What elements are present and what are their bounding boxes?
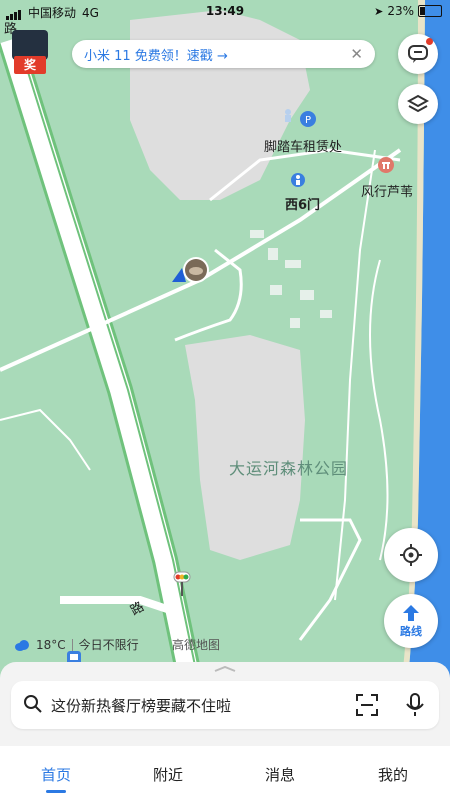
tab-me[interactable]: 我的 xyxy=(348,764,438,785)
search-input[interactable]: 这份新热餐厅榜要藏不住啦 xyxy=(51,695,231,716)
temperature-text: 18°C xyxy=(36,637,66,652)
status-bar: 中国移动 4G 13:49 ➤ 23% xyxy=(0,0,450,24)
route-arrow-icon xyxy=(403,604,419,621)
tab-me-label: 我的 xyxy=(377,766,408,784)
tab-nearby[interactable]: 附近 xyxy=(123,764,213,785)
promo-banner-text[interactable]: 小米 11 免费领！速戳 → xyxy=(84,45,228,64)
prize-tag: 奖 xyxy=(14,56,46,74)
svg-text:P: P xyxy=(305,115,311,126)
promo-badge[interactable]: 奖 xyxy=(10,30,50,74)
bottom-tab-bar: 首页 附近 消息 我的 xyxy=(0,746,450,800)
microphone-icon[interactable] xyxy=(404,692,426,718)
close-icon[interactable]: ✕ xyxy=(350,45,363,63)
search-bar[interactable]: 这份新热餐厅榜要藏不住啦 xyxy=(11,681,439,729)
promo-banner[interactable]: 小米 11 免费领！速戳 → ✕ xyxy=(72,40,375,68)
location-arrow-icon: ➤ xyxy=(374,4,384,18)
gate-icon[interactable] xyxy=(290,172,306,188)
weather-widget[interactable]: 18°C 今日不限行 xyxy=(14,636,139,653)
tab-home[interactable]: 首页 xyxy=(11,764,101,793)
bike-rental-label[interactable]: 脚踏车租赁处 xyxy=(264,136,342,155)
notification-dot xyxy=(426,38,433,45)
layers-icon xyxy=(407,94,429,113)
layers-button[interactable] xyxy=(398,84,438,124)
person-icon xyxy=(285,109,291,122)
crosshair-icon xyxy=(400,544,422,566)
current-location-marker[interactable] xyxy=(170,254,214,286)
park-label[interactable]: 大运河森林公园 xyxy=(229,455,348,479)
chat-bubble-icon xyxy=(408,45,428,63)
active-tab-indicator xyxy=(46,790,66,793)
scenic-spot-icon[interactable] xyxy=(377,156,395,174)
search-icon xyxy=(24,695,42,713)
bike-rental-icon[interactable]: P xyxy=(299,110,317,128)
battery-icon xyxy=(418,5,442,17)
cloud-icon xyxy=(15,639,29,651)
map-view[interactable]: 路 脚踏车租赁处 西6门 风行芦苇 大运河森林公园 路 P xyxy=(0,0,450,680)
scenic-label[interactable]: 风行芦苇 xyxy=(361,181,413,200)
locate-button[interactable] xyxy=(384,528,438,582)
battery-percent: 23% xyxy=(387,4,414,18)
tab-messages[interactable]: 消息 xyxy=(235,764,325,785)
scan-icon[interactable] xyxy=(355,693,379,717)
gate-label[interactable]: 西6门 xyxy=(285,194,320,213)
messages-map-button[interactable] xyxy=(398,34,438,74)
tab-messages-label: 消息 xyxy=(264,766,295,784)
divider xyxy=(71,638,73,651)
tab-home-label: 首页 xyxy=(40,766,71,784)
route-button-label: 路线 xyxy=(400,624,422,638)
traffic-light-icon[interactable] xyxy=(172,570,192,600)
restriction-text: 今日不限行 xyxy=(78,638,139,652)
tab-nearby-label: 附近 xyxy=(152,766,183,784)
route-button[interactable]: 路线 xyxy=(384,594,438,648)
sheet-handle-icon[interactable] xyxy=(213,666,237,672)
map-brand-logo: 高德地图 xyxy=(172,638,221,652)
